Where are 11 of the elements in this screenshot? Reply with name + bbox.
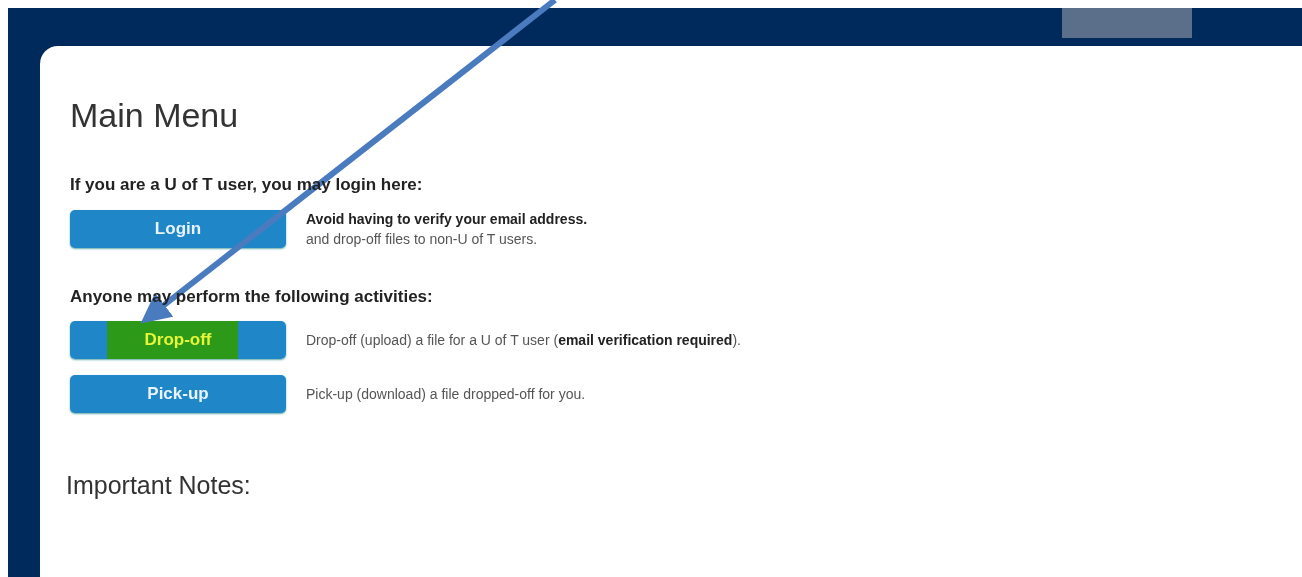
description-text: Avoid having to verify your email address.: [306, 210, 588, 229]
action-button[interactable]: Login: [70, 210, 286, 248]
nav-tab[interactable]: [1062, 8, 1192, 38]
action-button[interactable]: Drop-off: [70, 321, 286, 359]
section-title: Anyone may perform the following activities:: [70, 287, 434, 307]
description-text: Drop-off (upload) a file for a U of T user (email verification required).: [306, 331, 741, 350]
description-text: Pick-up (download) a file dropped-off for you.: [306, 385, 586, 404]
notes-heading: Important Notes:: [66, 471, 252, 500]
note-text: and drop-off files to non-U of T users.: [306, 230, 539, 249]
action-button[interactable]: Pick-up: [70, 375, 286, 413]
page-title: Main Menu: [70, 96, 240, 135]
